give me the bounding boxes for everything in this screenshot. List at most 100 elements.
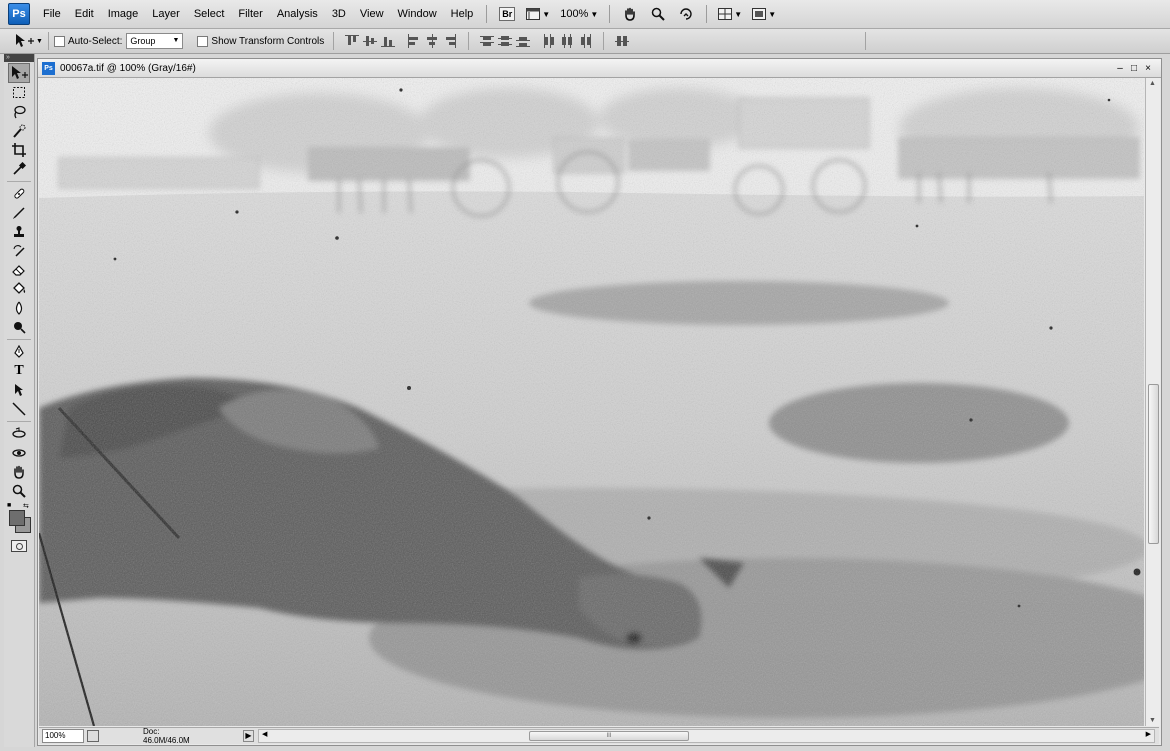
- menu-bar: Ps File Edit Image Layer Select Filter Analysi…: [0, 0, 1170, 29]
- minimize-icon[interactable]: –: [1113, 63, 1127, 74]
- dodge-tool-button[interactable]: [8, 318, 30, 336]
- distribute-horizontal-centers-icon[interactable]: [560, 34, 574, 48]
- menu-filter[interactable]: Filter: [231, 0, 269, 28]
- distribute-top-edges-icon[interactable]: [480, 34, 495, 48]
- align-left-edges-icon[interactable]: [407, 34, 421, 48]
- bridge-icon: Br: [499, 7, 516, 21]
- zoom-tool-button[interactable]: [8, 482, 30, 500]
- 3d-rotate-tool-button[interactable]: [8, 425, 30, 443]
- align-bottom-edges-icon[interactable]: [381, 34, 396, 48]
- scroll-left-arrow-icon[interactable]: ◀: [262, 730, 267, 738]
- scroll-down-arrow-icon[interactable]: ▼: [1149, 717, 1156, 724]
- menu-file[interactable]: File: [36, 0, 68, 28]
- line-tool-button[interactable]: [8, 400, 30, 418]
- menu-analysis[interactable]: Analysis: [270, 0, 325, 28]
- auto-select-dropdown[interactable]: Group ▼: [126, 33, 184, 49]
- menu-select[interactable]: Select: [187, 0, 232, 28]
- zoom-level-dropdown[interactable]: 100% ▼: [557, 5, 601, 23]
- menu-view[interactable]: View: [353, 0, 391, 28]
- distribute-right-edges-icon[interactable]: [578, 34, 592, 48]
- history-brush-tool-button[interactable]: [8, 242, 30, 260]
- menu-layer[interactable]: Layer: [145, 0, 187, 28]
- show-transform-checkbox[interactable]: [197, 35, 209, 47]
- tool-preset-picker[interactable]: ▼: [14, 33, 43, 49]
- view-extras-button[interactable]: ▼: [523, 5, 553, 23]
- hand-tool-button[interactable]: [618, 5, 642, 23]
- blur-tool-button[interactable]: [8, 299, 30, 317]
- default-colors-icon[interactable]: ■: [7, 502, 11, 509]
- zoom-tool-button[interactable]: [646, 5, 670, 23]
- crop-tool-button[interactable]: [8, 141, 30, 159]
- auto-align-layers-icon[interactable]: [615, 34, 630, 48]
- menu-3d[interactable]: 3D: [325, 0, 353, 28]
- distribute-bottom-edges-icon[interactable]: [516, 34, 531, 48]
- quick-mask-icon[interactable]: [11, 540, 27, 552]
- tools-panel: » T ■ ⇆: [4, 54, 35, 747]
- vertical-scroll-thumb[interactable]: [1148, 384, 1159, 544]
- panel-collapse-grip[interactable]: »: [4, 54, 34, 62]
- maximize-icon[interactable]: □: [1127, 63, 1141, 74]
- screen-mode-button[interactable]: ▼: [749, 5, 779, 23]
- distribute-vertical-centers-icon[interactable]: [498, 34, 513, 48]
- tools-separator: [7, 181, 31, 182]
- magnifier-icon: [652, 7, 665, 21]
- chevron-down-icon: ▼: [768, 9, 777, 19]
- align-vertical-centers-icon[interactable]: [363, 34, 378, 48]
- options-separator: [865, 32, 867, 50]
- hand-icon: [625, 7, 636, 21]
- document-canvas[interactable]: [39, 78, 1144, 726]
- move-tool-button[interactable]: [8, 63, 30, 83]
- document-tab[interactable]: Ps 00067a.tif @ 100% (Gray/16#) – □ ×: [38, 59, 1161, 78]
- align-horizontal-centers-icon[interactable]: [425, 34, 439, 48]
- launch-bridge-button[interactable]: Br: [495, 5, 519, 23]
- clone-stamp-tool-button[interactable]: [8, 223, 30, 241]
- status-bar: 100% Doc: 46.0M/46.0M ▶ ◀ III ▶: [39, 727, 1159, 745]
- foreground-color-swatch[interactable]: [9, 510, 25, 526]
- marquee-tool-button[interactable]: [8, 84, 30, 102]
- history-brush-icon: [13, 245, 25, 257]
- arrange-documents-button[interactable]: ▼: [715, 5, 745, 23]
- status-options-icon[interactable]: [87, 730, 99, 742]
- show-transform-option: Show Transform Controls: [197, 35, 328, 47]
- vertical-scrollbar[interactable]: ▲ ▼: [1145, 78, 1160, 726]
- path-selection-tool-button[interactable]: [8, 381, 30, 399]
- tools-separator: [7, 339, 31, 340]
- rotate-view-button[interactable]: [674, 5, 698, 23]
- zoom-field[interactable]: 100%: [42, 729, 84, 743]
- 3d-orbit-tool-button[interactable]: [8, 444, 30, 462]
- scroll-up-arrow-icon[interactable]: ▲: [1149, 80, 1156, 87]
- lasso-tool-button[interactable]: [8, 103, 30, 121]
- move-tool-icon: [16, 34, 34, 47]
- status-menu-arrow-icon[interactable]: ▶: [243, 730, 254, 742]
- menu-image[interactable]: Image: [101, 0, 146, 28]
- paint-bucket-tool-button[interactable]: [8, 280, 30, 298]
- quick-selection-tool-button[interactable]: [8, 122, 30, 140]
- menu-window[interactable]: Window: [391, 0, 444, 28]
- spot-healing-tool-button[interactable]: [8, 185, 30, 203]
- brush-tool-button[interactable]: [8, 204, 30, 222]
- align-top-edges-icon[interactable]: [345, 34, 360, 48]
- hand-tool-button[interactable]: [8, 463, 30, 481]
- chevron-down-icon: ▼: [36, 37, 43, 45]
- rotate-view-icon: [680, 8, 692, 20]
- eyedropper-tool-button[interactable]: [8, 160, 30, 178]
- distribute-left-edges-icon[interactable]: [542, 34, 556, 48]
- view-extras-icon: [526, 8, 541, 20]
- menu-edit[interactable]: Edit: [68, 0, 101, 28]
- menu-help[interactable]: Help: [444, 0, 481, 28]
- document-size-info: Doc: 46.0M/46.0M: [143, 727, 190, 745]
- align-right-edges-icon[interactable]: [443, 34, 457, 48]
- swap-colors-icon[interactable]: ⇆: [23, 502, 29, 510]
- chevron-down-icon: ▼: [590, 9, 599, 19]
- horizontal-scrollbar[interactable]: ◀ III ▶: [258, 729, 1155, 743]
- pen-tool-button[interactable]: [8, 343, 30, 361]
- auto-select-checkbox[interactable]: [53, 35, 65, 47]
- 3d-rotate-icon: [12, 427, 26, 438]
- scroll-right-arrow-icon[interactable]: ▶: [1146, 730, 1151, 738]
- close-icon[interactable]: ×: [1141, 63, 1155, 74]
- type-tool-button[interactable]: T: [8, 362, 30, 380]
- horizontal-scroll-thumb[interactable]: III: [529, 731, 689, 741]
- eraser-tool-button[interactable]: [8, 261, 30, 279]
- chevron-down-icon: ▼: [172, 37, 180, 44]
- lasso-icon: [14, 105, 26, 119]
